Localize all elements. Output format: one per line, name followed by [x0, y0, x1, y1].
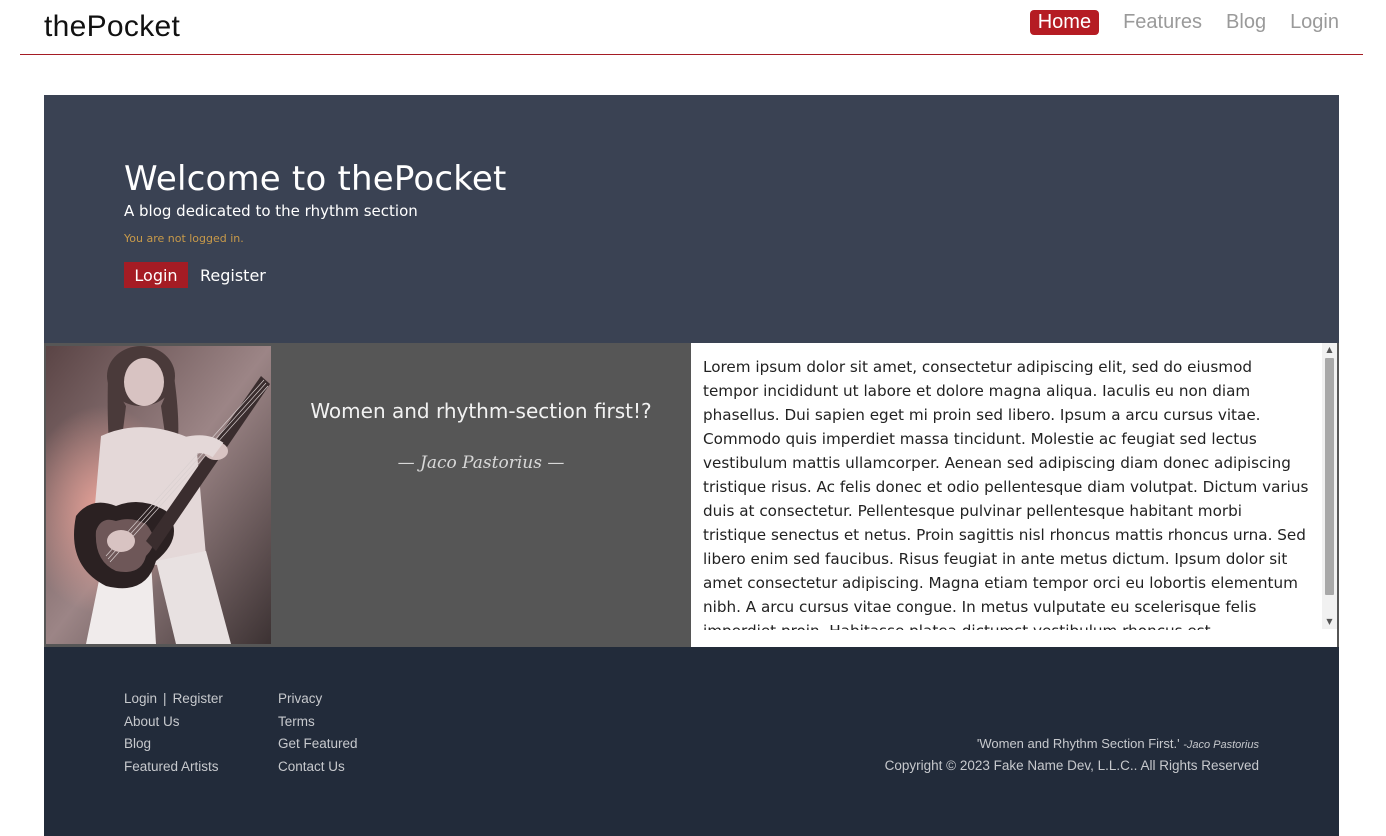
feature-section: Women and rhythm-section first!? — Jaco …	[44, 343, 1339, 647]
footer-get-featured-link[interactable]: Get Featured	[278, 736, 358, 751]
footer-login-link[interactable]: Login	[124, 691, 157, 706]
footer-register-link[interactable]: Register	[173, 691, 223, 706]
footer-blog-link[interactable]: Blog	[124, 736, 151, 751]
hero-register-link[interactable]: Register	[200, 266, 266, 285]
footer-separator: |	[163, 691, 167, 706]
footer-quote: 'Women and Rhythm Section First.' -Jaco …	[885, 736, 1259, 758]
footer-contact-link[interactable]: Contact Us	[278, 759, 345, 774]
copyright: Copyright © 2023 Fake Name Dev, L.L.C.. …	[884, 758, 1259, 773]
nav-links: Home Features Blog Login	[1029, 10, 1339, 35]
article-panel[interactable]: Lorem ipsum dolor sit amet, consectetur …	[691, 343, 1337, 647]
hero-subtitle: A blog dedicated to the rhythm section	[124, 202, 418, 220]
bassist-illustration	[46, 346, 271, 644]
bassist-photo	[46, 346, 271, 644]
footer-quote-author: -Jaco Pastorius	[1183, 739, 1259, 751]
footer-info: 'Women and Rhythm Section First.' -Jaco …	[885, 736, 1259, 773]
article-text: Lorem ipsum dolor sit amet, consectetur …	[703, 358, 1309, 630]
hero-login-button[interactable]: Login	[124, 262, 188, 288]
hero-banner: Welcome to thePocket A blog dedicated to…	[44, 95, 1339, 343]
footer-links-secondary: Privacy Terms Get Featured Contact Us	[278, 690, 358, 780]
feature-quote-author: — Jaco Pastorius —	[397, 453, 565, 473]
quote-block: Women and rhythm-section first!? — Jaco …	[271, 343, 691, 647]
nav-features[interactable]: Features	[1123, 10, 1202, 35]
scroll-up-arrow-icon[interactable]: ▲	[1322, 343, 1337, 357]
footer-quote-text: 'Women and Rhythm Section First.'	[976, 736, 1180, 751]
footer: Login | Register About Us Blog Featured Ar…	[44, 647, 1339, 836]
login-status: You are not logged in.	[124, 232, 244, 245]
nav-blog[interactable]: Blog	[1226, 10, 1266, 35]
footer-terms-link[interactable]: Terms	[278, 714, 315, 729]
footer-links-primary: Login | Register About Us Blog Featured Ar…	[124, 690, 223, 780]
hero-title: Welcome to thePocket	[124, 159, 507, 199]
article-scrollbar[interactable]: ▲ ▼	[1322, 343, 1337, 629]
feature-quote: Women and rhythm-section first!?	[310, 399, 652, 423]
scrollbar-thumb[interactable]	[1325, 358, 1334, 595]
scroll-down-arrow-icon[interactable]: ▼	[1322, 615, 1337, 629]
footer-privacy-link[interactable]: Privacy	[278, 691, 322, 706]
footer-about-link[interactable]: About Us	[124, 714, 180, 729]
nav-login[interactable]: Login	[1290, 10, 1339, 35]
nav-home[interactable]: Home	[1029, 10, 1100, 35]
footer-featured-artists-link[interactable]: Featured Artists	[124, 759, 219, 774]
brand-logo[interactable]: thePocket	[44, 10, 180, 44]
navbar: thePocket Home Features Blog Login	[20, 0, 1363, 55]
